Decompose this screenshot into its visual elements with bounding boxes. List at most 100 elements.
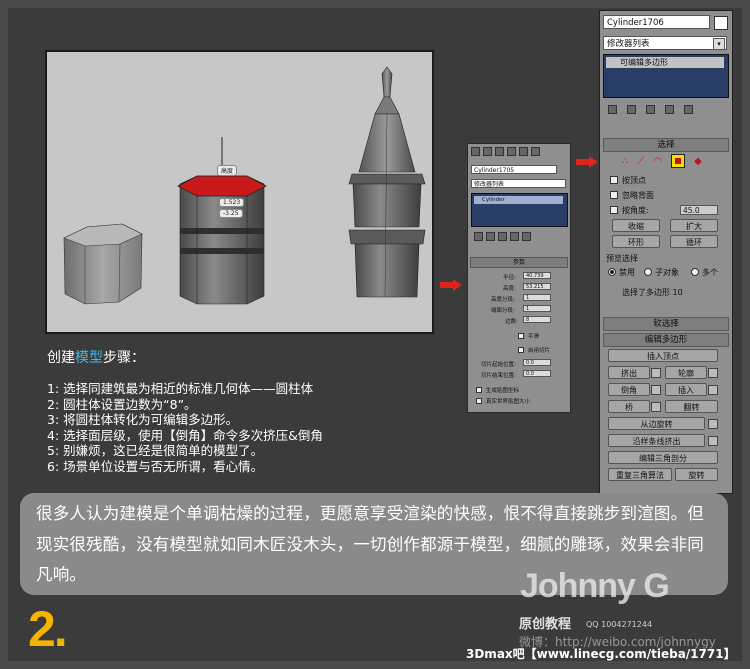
hinge-from-edge-button[interactable]: 从边旋转 bbox=[608, 417, 705, 430]
utilities-tab-icon[interactable] bbox=[531, 147, 540, 156]
grow-button[interactable]: 扩大 bbox=[670, 219, 718, 232]
turn-button[interactable]: 旋转 bbox=[675, 468, 718, 481]
selection-rollout-header[interactable]: 选择 bbox=[603, 138, 729, 152]
show-end-result-icon[interactable] bbox=[486, 232, 495, 241]
params-header[interactable]: 参数 bbox=[470, 257, 568, 268]
create-tab-icon[interactable] bbox=[471, 147, 480, 156]
tutorial-subtitle: 原创教程 bbox=[519, 617, 572, 632]
steps-title: 创建模型步骤： bbox=[47, 347, 145, 367]
height-segs-label: 高度分段: bbox=[491, 297, 515, 303]
configure-sets-icon[interactable] bbox=[522, 232, 531, 241]
border-level-icon[interactable]: ◠ bbox=[653, 156, 662, 167]
hierarchy-tab-icon[interactable] bbox=[495, 147, 504, 156]
extrude-button[interactable]: 挤出 bbox=[608, 366, 650, 379]
chevron-down-icon[interactable]: ▾ bbox=[713, 38, 725, 50]
step-item: 4: 选择面层级，使用【倒角】命令多次挤压&倒角 bbox=[47, 427, 323, 443]
cap-segs-spinner[interactable]: 1 bbox=[523, 305, 551, 312]
real-world-checkbox[interactable]: 真实世界贴图大小 bbox=[476, 397, 530, 405]
make-unique-icon[interactable] bbox=[646, 105, 655, 114]
pin-stack-icon[interactable] bbox=[608, 105, 617, 114]
viewport[interactable]: 高度 1.523 -3.25 bbox=[45, 50, 434, 334]
inset-button[interactable]: 插入 bbox=[665, 383, 707, 396]
radius-spinner[interactable]: 40.739 bbox=[523, 272, 551, 279]
stack-item[interactable]: 可编辑多边形 bbox=[606, 57, 724, 68]
modifier-list-dropdown[interactable]: 修改器列表 ▾ bbox=[603, 36, 727, 50]
polygon-level-icon[interactable] bbox=[671, 154, 686, 168]
ignore-back-checkbox[interactable]: 忽略背面 bbox=[610, 190, 654, 201]
preview-multi-label: 多个 bbox=[702, 268, 718, 277]
remove-modifier-icon[interactable] bbox=[665, 105, 674, 114]
make-unique-icon[interactable] bbox=[498, 232, 507, 241]
slice-to-label: 切片结束位置: bbox=[481, 373, 516, 379]
vertex-level-icon[interactable]: ∴ bbox=[622, 156, 628, 167]
show-end-result-icon[interactable] bbox=[627, 105, 636, 114]
sides-spinner[interactable]: 8 bbox=[523, 316, 551, 323]
author-logo: Johnny G bbox=[520, 567, 670, 605]
element-level-icon[interactable]: ◆ bbox=[694, 156, 702, 167]
motion-tab-icon[interactable] bbox=[507, 147, 516, 156]
by-vertex-checkbox[interactable]: 按顶点 bbox=[610, 175, 646, 186]
remove-modifier-icon[interactable] bbox=[510, 232, 519, 241]
stack-item[interactable]: Cylinder bbox=[474, 196, 563, 204]
edit-triangulation-button[interactable]: 编辑三角剖分 bbox=[608, 451, 718, 464]
soft-selection-rollout-header[interactable]: 软选择 bbox=[603, 317, 729, 331]
ring-button[interactable]: 环形 bbox=[612, 235, 660, 248]
inset-settings-icon[interactable] bbox=[708, 385, 718, 395]
object-name-field[interactable]: Cylinder1705 bbox=[471, 165, 557, 174]
step-item: 6: 场景单位设置与否无所谓，看心情。 bbox=[47, 458, 264, 474]
slice-checkbox[interactable]: 启用切片 bbox=[518, 346, 550, 354]
smooth-checkbox[interactable]: 平滑 bbox=[518, 332, 539, 340]
object-name-field[interactable]: Cylinder1706 bbox=[603, 15, 710, 29]
extrude-spline-settings-icon[interactable] bbox=[708, 436, 718, 446]
preview-off-radio[interactable]: 禁用 bbox=[608, 267, 635, 278]
modifier-list-label: 修改器列表 bbox=[607, 39, 650, 49]
flip-button[interactable]: 翻转 bbox=[665, 400, 718, 413]
steps-title-suffix: 步骤： bbox=[103, 350, 145, 366]
modify-tab-icon[interactable] bbox=[483, 147, 492, 156]
height-segs-spinner[interactable]: 1 bbox=[523, 294, 551, 301]
modifier-stack[interactable]: Cylinder bbox=[471, 193, 568, 227]
loop-button[interactable]: 循环 bbox=[670, 235, 718, 248]
extrude-along-spline-button[interactable]: 沿样条线挤出 bbox=[608, 434, 705, 447]
object-color-swatch[interactable] bbox=[714, 16, 728, 30]
modifier-list-dropdown[interactable]: 修改器列表 bbox=[471, 179, 566, 188]
preview-multi-radio[interactable]: 多个 bbox=[691, 267, 718, 278]
steps-title-highlight: 模型 bbox=[75, 350, 103, 366]
step-number: 2. bbox=[28, 601, 68, 657]
step-item: 3: 将圆柱体转化为可编辑多边形。 bbox=[47, 412, 239, 427]
slice-to-spinner[interactable]: 0.0 bbox=[523, 370, 551, 377]
edit-polygons-rollout-header[interactable]: 编辑多边形 bbox=[603, 333, 729, 347]
edge-level-icon[interactable]: ⟋ bbox=[637, 156, 644, 167]
editable-poly-panel: Cylinder1706 修改器列表 ▾ 可编辑多边形 选择 ∴ ⟋ ◠ ◆ 按… bbox=[599, 10, 733, 494]
bevel-button[interactable]: 倒角 bbox=[608, 383, 650, 396]
shrink-button[interactable]: 收缩 bbox=[612, 219, 660, 232]
preview-subobject-radio[interactable]: 子对象 bbox=[644, 267, 679, 278]
height-spinner[interactable]: 53.215 bbox=[523, 283, 551, 290]
forum-footer[interactable]: 3Dmax吧【www.linecg.com/tieba/1771】 bbox=[466, 645, 736, 662]
real-world-label: 真实世界贴图大小 bbox=[486, 399, 531, 405]
extrude-settings-icon[interactable] bbox=[651, 368, 661, 378]
bridge-button[interactable]: 桥 bbox=[608, 400, 650, 413]
retriangulate-button[interactable]: 重复三角算法 bbox=[608, 468, 672, 481]
modifier-stack[interactable]: 可编辑多边形 bbox=[603, 54, 729, 98]
step-item: 1: 选择同建筑最为相近的标准几何体——圆柱体 bbox=[47, 381, 314, 396]
configure-sets-icon[interactable] bbox=[684, 105, 693, 114]
selection-status: 选择了多边形 10 bbox=[622, 288, 683, 297]
by-angle-checkbox[interactable]: 按角度: bbox=[610, 205, 649, 216]
qq-number: QQ 1004271244 bbox=[586, 620, 653, 629]
outline-button[interactable]: 轮廓 bbox=[665, 366, 707, 379]
gen-map-checkbox[interactable]: 生成贴图坐标 bbox=[476, 386, 519, 394]
insert-vertex-button[interactable]: 插入顶点 bbox=[608, 349, 718, 362]
bridge-settings-icon[interactable] bbox=[651, 402, 661, 412]
bevel-settings-icon[interactable] bbox=[651, 385, 661, 395]
plain-cylinder-model bbox=[63, 223, 143, 305]
outline-settings-icon[interactable] bbox=[708, 368, 718, 378]
tooltip-height: 高度 bbox=[217, 165, 238, 176]
hinge-settings-icon[interactable] bbox=[708, 419, 718, 429]
display-tab-icon[interactable] bbox=[519, 147, 528, 156]
pin-stack-icon[interactable] bbox=[474, 232, 483, 241]
slice-from-spinner[interactable]: 0.0 bbox=[523, 359, 551, 366]
panel-tabs[interactable] bbox=[471, 147, 540, 156]
preview-selection-label: 预览选择 bbox=[606, 254, 638, 263]
angle-spinner[interactable]: 45.0 bbox=[680, 205, 718, 215]
